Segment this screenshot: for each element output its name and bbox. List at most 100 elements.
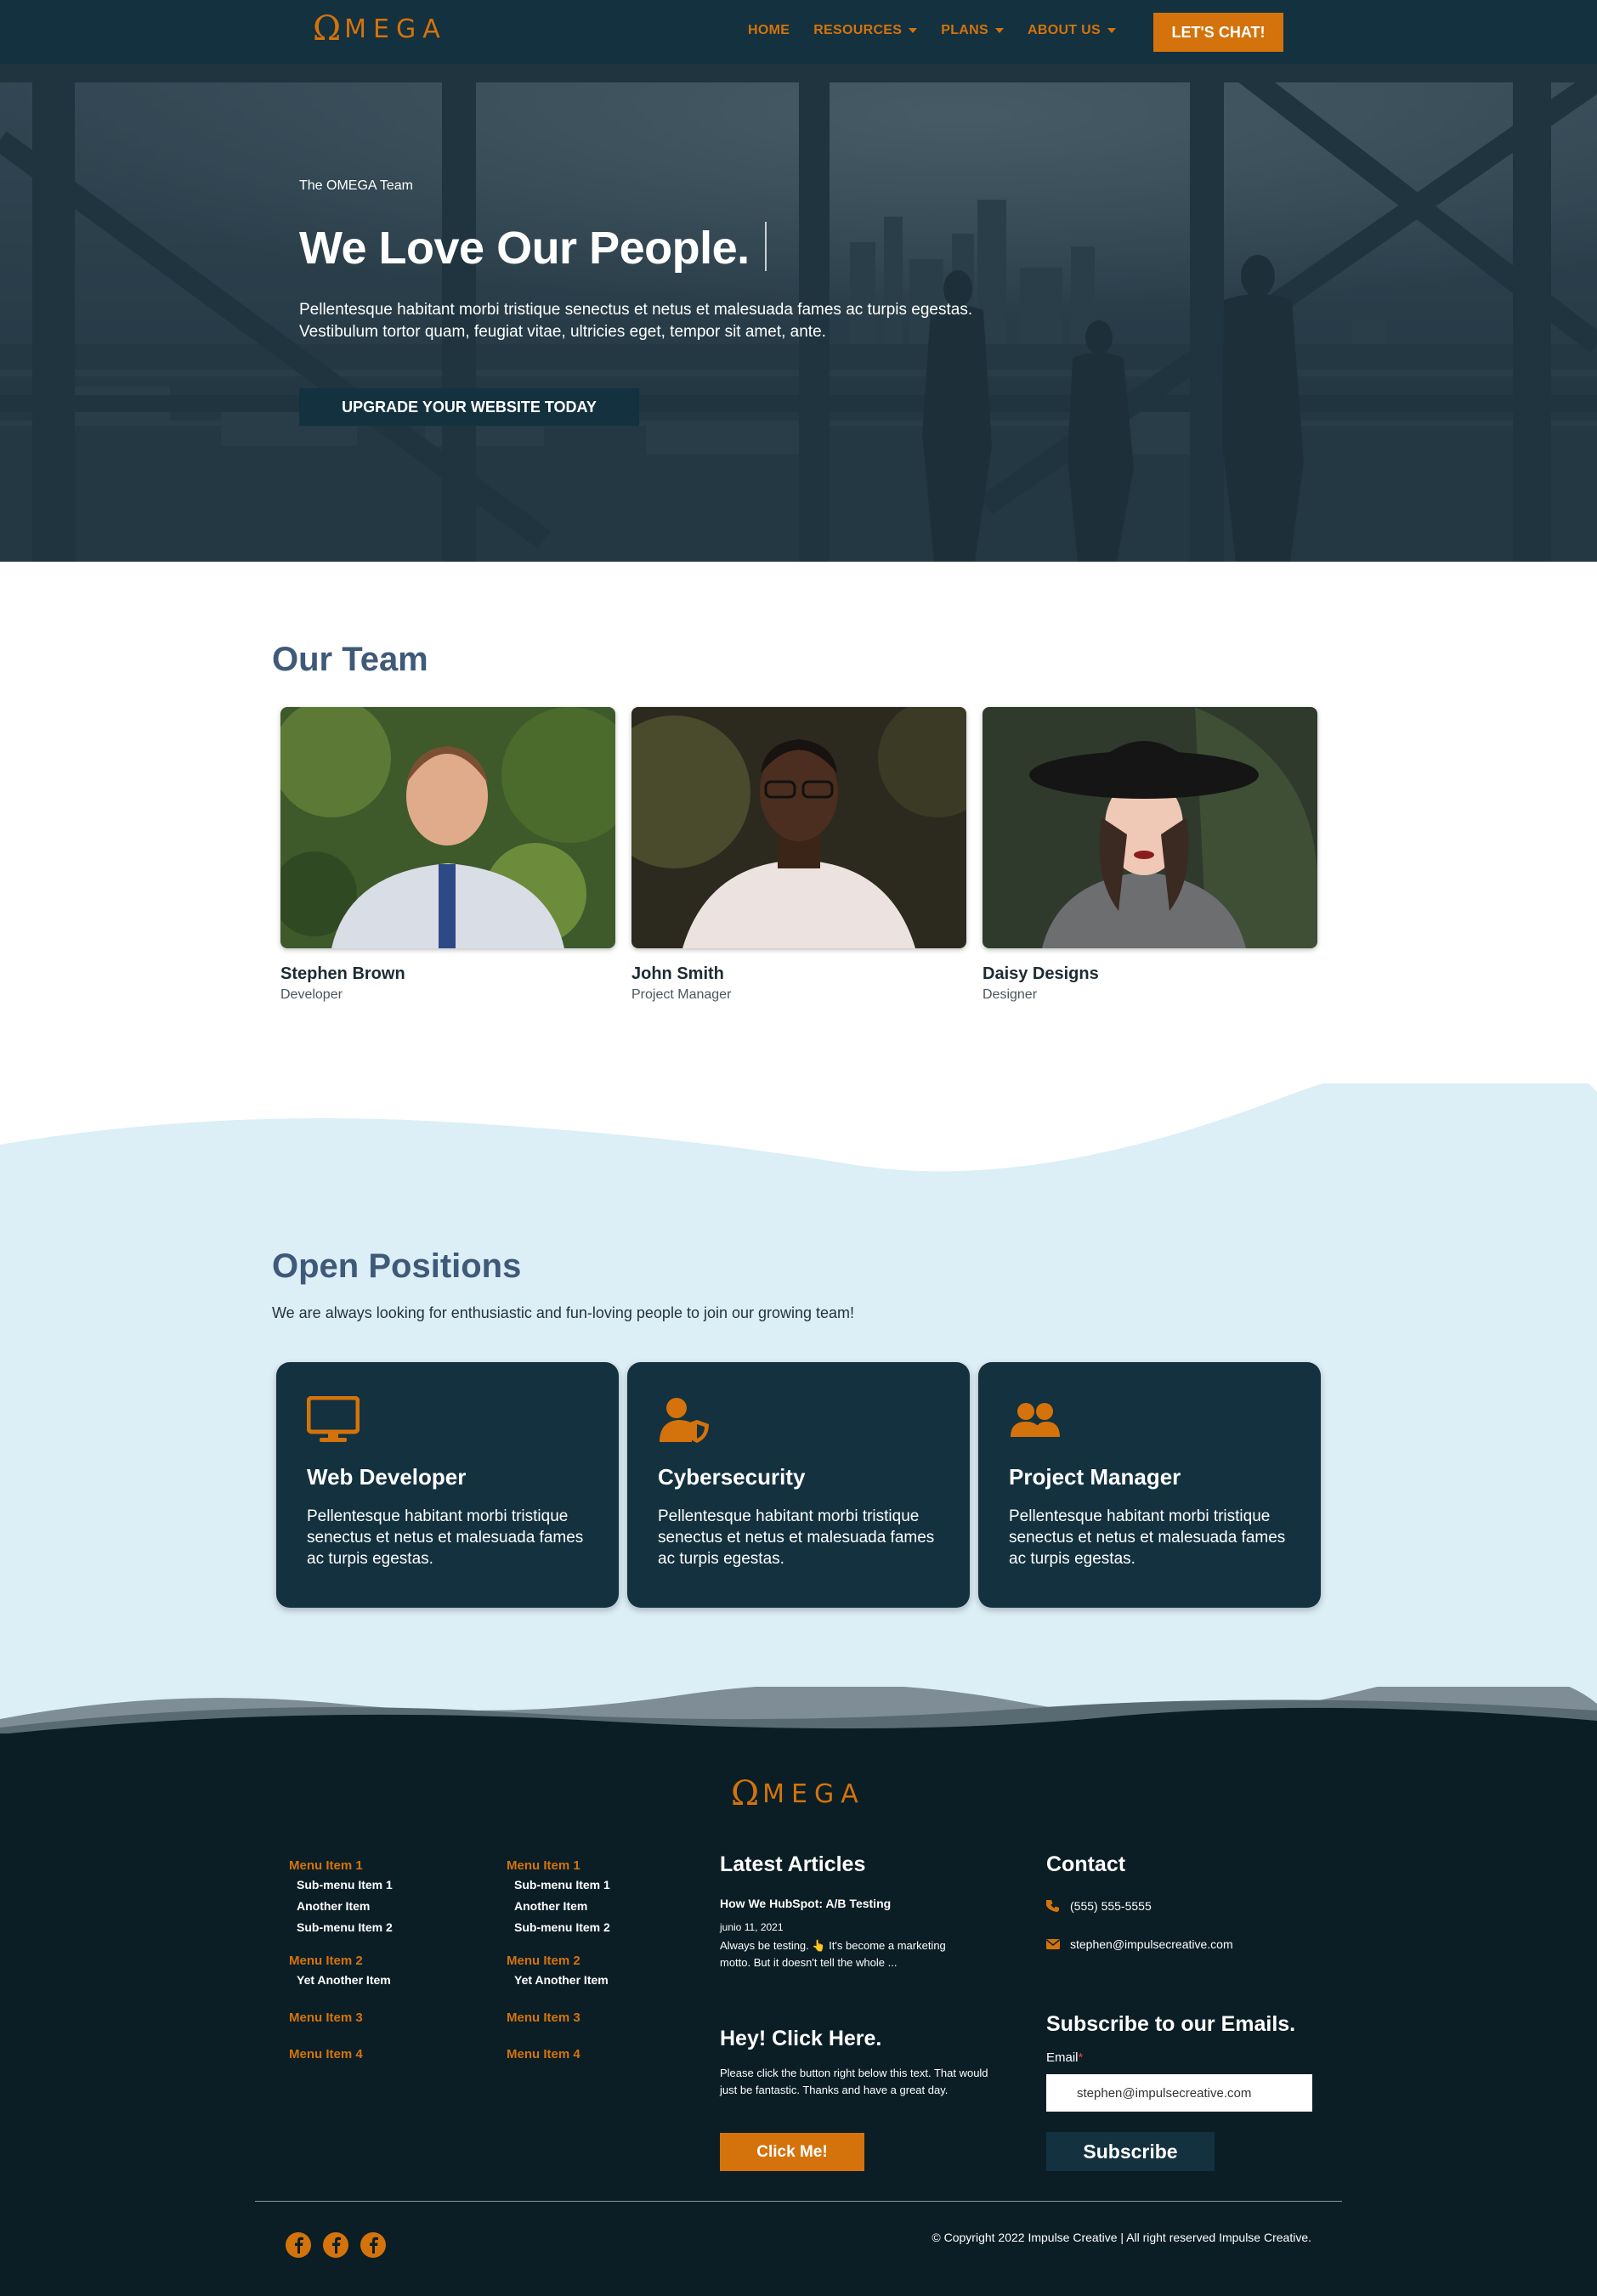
footer-submenu-item[interactable]: Sub-menu Item 2 (289, 1917, 393, 1938)
email-address: stephen@impulsecreative.com (1070, 1937, 1233, 1951)
portrait-stephen-brown (280, 707, 615, 948)
team-member-role: Developer (280, 987, 343, 1002)
position-card-cybersecurity[interactable]: Cybersecurity Pellentesque habitant morb… (627, 1362, 970, 1608)
logo-omega-glyph: Ω (313, 9, 342, 48)
footer-menu-item-2[interactable]: Menu Item 2 (289, 1954, 393, 1970)
footer-submenu-item[interactable]: Sub-menu Item 2 (507, 1917, 610, 1938)
subscribe-heading: Subscribe to our Emails. (1046, 2012, 1296, 2036)
main-menu: HOME RESOURCES PLANS ABOUT US (748, 23, 1116, 38)
omega-logo[interactable]: Ω MEGA (313, 12, 447, 46)
envelope-icon (1046, 1939, 1060, 1949)
position-title: Project Manager (1009, 1464, 1181, 1490)
footer-menu-item-4[interactable]: Menu Item 4 (289, 2047, 393, 2063)
position-card-project-manager[interactable]: Project Manager Pellentesque habitant mo… (978, 1362, 1321, 1608)
cta-heading: Hey! Click Here. (720, 2027, 882, 2050)
hero-description: Pellentesque habitant morbi tristique se… (299, 301, 973, 341)
monitor-icon (307, 1396, 360, 1442)
position-card-web-developer[interactable]: Web Developer Pellentesque habitant morb… (276, 1362, 619, 1608)
logo-omega-glyph: Ω (731, 1774, 760, 1813)
team-member-photo (631, 707, 966, 948)
nav-resources-label: RESOURCES (813, 23, 903, 37)
team-member-card[interactable]: Stephen Brown Developer (280, 707, 615, 1003)
chevron-down-icon (909, 28, 918, 33)
footer-submenu-item[interactable]: Yet Another Item (507, 1970, 610, 1991)
chevron-down-icon (1107, 28, 1116, 33)
contact-phone[interactable]: (555) 555-5555 (1046, 1899, 1152, 1913)
chevron-down-icon (995, 28, 1004, 33)
click-me-button[interactable]: Click Me! (720, 2133, 864, 2171)
logo-wordmark: MEGA (762, 1779, 865, 1809)
hero-eyebrow: The OMEGA Team (299, 178, 413, 193)
team-member-role: Designer (983, 987, 1038, 1002)
position-title: Cybersecurity (658, 1464, 806, 1490)
nav-about-us[interactable]: ABOUT US (1028, 23, 1116, 38)
position-description: Pellentesque habitant morbi tristique se… (307, 1507, 584, 1568)
nav-plans[interactable]: PLANS (941, 23, 1004, 38)
facebook-glyph (295, 2237, 303, 2254)
position-description: Pellentesque habitant morbi tristique se… (658, 1507, 935, 1568)
article-excerpt: Always be testing. 👆 It's become a marke… (720, 1939, 946, 1969)
team-member-photo (280, 707, 615, 948)
footer-submenu-item[interactable]: Sub-menu Item 1 (289, 1875, 393, 1896)
footer-menu-item-1[interactable]: Menu Item 1 (289, 1858, 393, 1875)
facebook-icon[interactable] (323, 2232, 348, 2258)
email-input[interactable] (1046, 2074, 1312, 2112)
portrait-john-smith (631, 707, 966, 948)
footer-menu-item-2[interactable]: Menu Item 2 (507, 1954, 610, 1970)
footer-menu-item-4[interactable]: Menu Item 4 (507, 2047, 610, 2063)
footer-menu-1: Menu Item 1 Sub-menu Item 1 Another Item… (289, 1858, 393, 2063)
footer-menu-item-3[interactable]: Menu Item 3 (507, 2010, 610, 2027)
footer-submenu-item[interactable]: Yet Another Item (289, 1970, 393, 1991)
copyright-text: © Copyright 2022 Impulse Creative | All … (932, 2231, 1311, 2244)
top-navbar: Ω MEGA HOME RESOURCES PLANS ABOUT US LET… (0, 0, 1597, 64)
nav-about-label: ABOUT US (1028, 23, 1101, 37)
team-member-photo (983, 707, 1317, 948)
contact-email[interactable]: stephen@impulsecreative.com (1046, 1937, 1233, 1951)
text-cursor (765, 222, 767, 271)
required-asterisk: * (1078, 2050, 1084, 2065)
footer-wave-divider (0, 1687, 1597, 1738)
team-member-name: John Smith (631, 964, 724, 983)
article-title-link[interactable]: How We HubSpot: A/B Testing (720, 1895, 891, 1912)
logo-wordmark: MEGA (344, 14, 447, 44)
nav-home[interactable]: HOME (748, 23, 790, 38)
phone-icon (1046, 1900, 1059, 1912)
footer-divider (255, 2201, 1342, 2202)
latest-articles-heading: Latest Articles (720, 1852, 866, 1876)
team-member-role: Project Manager (631, 987, 732, 1002)
nav-home-label: HOME (748, 23, 790, 37)
footer-menu-item-3[interactable]: Menu Item 3 (289, 2010, 393, 2027)
article-date: junio 11, 2021 (720, 1921, 784, 1933)
email-label-text: Email (1046, 2050, 1079, 2065)
nav-resources[interactable]: RESOURCES (813, 23, 918, 38)
social-links (286, 2232, 386, 2258)
lets-chat-button[interactable]: LET'S CHAT! (1153, 13, 1283, 52)
team-member-name: Stephen Brown (280, 964, 405, 983)
footer-submenu-item[interactable]: Another Item (507, 1896, 610, 1917)
footer-submenu-item[interactable]: Sub-menu Item 1 (507, 1875, 610, 1896)
footer-omega-logo[interactable]: Ω MEGA (731, 1777, 865, 1811)
positions-subtitle: We are always looking for enthusiastic a… (272, 1304, 855, 1321)
footer-submenu-item[interactable]: Another Item (289, 1896, 393, 1917)
team-member-card[interactable]: John Smith Project Manager (631, 707, 966, 1003)
phone-number: (555) 555-5555 (1070, 1899, 1152, 1913)
positions-section-title: Open Positions (272, 1247, 522, 1285)
team-member-name: Daisy Designs (983, 964, 1099, 983)
footer-menu-item-1[interactable]: Menu Item 1 (507, 1858, 610, 1875)
facebook-icon[interactable] (360, 2232, 386, 2258)
nav-plans-label: PLANS (941, 23, 988, 37)
hero-title: We Love Our People. (299, 223, 750, 274)
footer-menu-2: Menu Item 1 Sub-menu Item 1 Another Item… (507, 1858, 610, 2063)
facebook-glyph (370, 2237, 378, 2254)
team-section-title: Our Team (272, 641, 428, 678)
upgrade-website-button[interactable]: UPGRADE YOUR WEBSITE TODAY (299, 388, 639, 426)
position-title: Web Developer (307, 1464, 467, 1490)
portrait-daisy-designs (983, 707, 1317, 948)
position-description: Pellentesque habitant morbi tristique se… (1009, 1507, 1286, 1568)
contact-heading: Contact (1046, 1852, 1126, 1876)
facebook-icon[interactable] (286, 2232, 311, 2258)
team-member-card[interactable]: Daisy Designs Designer (983, 707, 1317, 1003)
facebook-glyph (332, 2237, 341, 2254)
subscribe-button[interactable]: Subscribe (1046, 2132, 1215, 2171)
cta-description: Please click the button right below this… (720, 2067, 988, 2096)
